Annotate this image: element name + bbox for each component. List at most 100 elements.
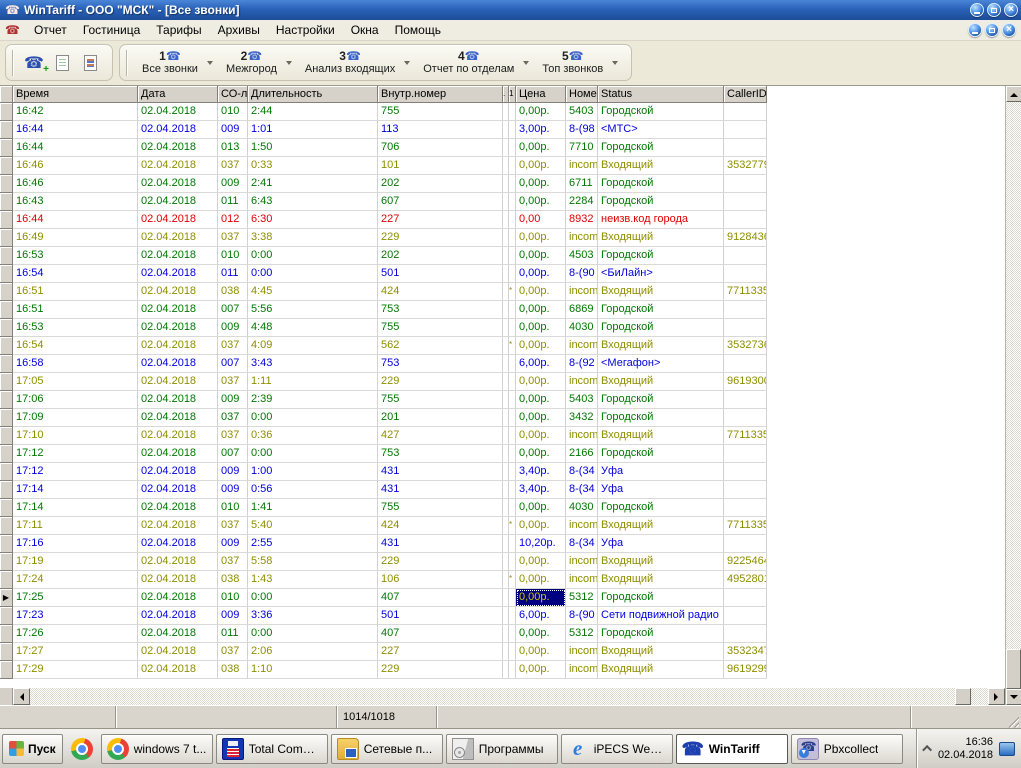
cell-duration[interactable]: 4:09	[248, 337, 378, 355]
table-row[interactable]: 17:09 02.04.2018 037 0:00 201 0,00р. 343…	[0, 409, 1005, 427]
cell-co-line[interactable]: 010	[218, 103, 248, 121]
cell-status[interactable]: Входящий	[598, 571, 724, 589]
cell-duration[interactable]: 0:00	[248, 445, 378, 463]
cell-duration[interactable]: 1:10	[248, 661, 378, 679]
cell-callerid[interactable]: 9128436	[724, 229, 767, 247]
vertical-scroll-track[interactable]	[1006, 102, 1021, 689]
cell-internal-number[interactable]: 106	[378, 571, 503, 589]
row-selector[interactable]	[0, 499, 13, 517]
cell-internal-number[interactable]: 427	[378, 427, 503, 445]
cell-internal-number[interactable]: 229	[378, 373, 503, 391]
row-selector[interactable]	[0, 391, 13, 409]
cell-date[interactable]: 02.04.2018	[138, 607, 218, 625]
cell-time[interactable]: 16:43	[13, 193, 138, 211]
row-selector[interactable]	[0, 247, 13, 265]
scroll-up-button[interactable]	[1006, 86, 1021, 102]
table-row[interactable]: 17:25 02.04.2018 010 0:00 407 0,00р. 531…	[0, 589, 1005, 607]
mdi-close-button[interactable]: ×	[1002, 23, 1016, 37]
cell-price[interactable]: 3,00р.	[516, 121, 566, 139]
cell-duration[interactable]: 1:11	[248, 373, 378, 391]
cell-price[interactable]: 0,00р.	[516, 265, 566, 283]
menu-item[interactable]: Помощь	[387, 21, 449, 39]
taskbar-button[interactable]: Pbxcollect	[791, 734, 903, 764]
cell-time[interactable]: 17:10	[13, 427, 138, 445]
cell-callerid[interactable]	[724, 391, 767, 409]
cell-number[interactable]: incom	[566, 373, 598, 391]
row-selector[interactable]	[0, 571, 13, 589]
cell-price[interactable]: 0,00р.	[516, 589, 566, 607]
table-row[interactable]: 16:44 02.04.2018 012 6:30 227 0,00 8932 …	[0, 211, 1005, 229]
cell-status[interactable]: Городской	[598, 247, 724, 265]
cell-duration[interactable]: 0:56	[248, 481, 378, 499]
cell-price[interactable]: 0,00р.	[516, 301, 566, 319]
cell-date[interactable]: 02.04.2018	[138, 589, 218, 607]
cell-duration[interactable]: 3:38	[248, 229, 378, 247]
cell-price[interactable]: 0,00р.	[516, 337, 566, 355]
header-time[interactable]: Время	[13, 86, 138, 103]
cell-co-line[interactable]: 007	[218, 301, 248, 319]
cell-date[interactable]: 02.04.2018	[138, 643, 218, 661]
cell-time[interactable]: 17:24	[13, 571, 138, 589]
restore-button[interactable]	[987, 3, 1001, 17]
table-row[interactable]: 16:58 02.04.2018 007 3:43 753 6,00р. 8-(…	[0, 355, 1005, 373]
row-selector[interactable]	[0, 607, 13, 625]
cell-status[interactable]: Входящий	[598, 517, 724, 535]
cell-status[interactable]: Городской	[598, 139, 724, 157]
cell-status[interactable]: Входящий	[598, 553, 724, 571]
cell-status[interactable]: Входящий	[598, 643, 724, 661]
cell-time[interactable]: 17:14	[13, 499, 138, 517]
header-co-line[interactable]: СО-лин	[218, 86, 248, 103]
cell-callerid[interactable]: 9225464	[724, 553, 767, 571]
dropdown-arrow-button[interactable]	[520, 57, 532, 68]
cell-price[interactable]: 0,00р.	[516, 103, 566, 121]
horizontal-scroll-thumb[interactable]	[955, 688, 971, 705]
cell-price[interactable]: 0,00р.	[516, 571, 566, 589]
cell-co-line[interactable]: 007	[218, 445, 248, 463]
row-selector[interactable]	[0, 517, 13, 535]
scroll-down-button[interactable]	[1006, 689, 1021, 705]
table-row[interactable]: 16:44 02.04.2018 009 1:01 113 3,00р. 8-(…	[0, 121, 1005, 139]
cell-time[interactable]: 17:29	[13, 661, 138, 679]
cell-price[interactable]: 0,00р.	[516, 391, 566, 409]
row-selector[interactable]	[0, 373, 13, 391]
cell-internal-number[interactable]: 229	[378, 661, 503, 679]
cell-callerid[interactable]: 3532779	[724, 157, 767, 175]
row-selector[interactable]	[0, 625, 13, 643]
cell-duration[interactable]: 0:00	[248, 247, 378, 265]
header-callerid[interactable]: CallerID	[724, 86, 767, 103]
cell-duration[interactable]: 5:58	[248, 553, 378, 571]
cell-co-line[interactable]: 037	[218, 643, 248, 661]
horizontal-scrollbar[interactable]	[0, 688, 1005, 705]
cell-internal-number[interactable]: 755	[378, 103, 503, 121]
table-row[interactable]: 17:19 02.04.2018 037 5:58 229 0,00р. inc…	[0, 553, 1005, 571]
cell-callerid[interactable]	[724, 103, 767, 121]
table-row[interactable]: 16:43 02.04.2018 011 6:43 607 0,00р. 228…	[0, 193, 1005, 211]
report-document-button[interactable]	[77, 50, 103, 76]
cell-callerid[interactable]: 9619300	[724, 373, 767, 391]
cell-date[interactable]: 02.04.2018	[138, 625, 218, 643]
row-selector[interactable]	[0, 121, 13, 139]
cell-date[interactable]: 02.04.2018	[138, 229, 218, 247]
cell-price[interactable]: 0,00р.	[516, 625, 566, 643]
cell-duration[interactable]: 4:45	[248, 283, 378, 301]
row-selector[interactable]	[0, 643, 13, 661]
cell-time[interactable]: 17:05	[13, 373, 138, 391]
cell-number[interactable]: 2284	[566, 193, 598, 211]
table-row[interactable]: 17:26 02.04.2018 011 0:00 407 0,00р. 531…	[0, 625, 1005, 643]
scroll-right-button[interactable]	[988, 688, 1005, 705]
table-row[interactable]: 16:42 02.04.2018 010 2:44 755 0,00р. 540…	[0, 103, 1005, 121]
row-selector[interactable]	[0, 139, 13, 157]
cell-co-line[interactable]: 009	[218, 481, 248, 499]
cell-callerid[interactable]	[724, 481, 767, 499]
row-selector[interactable]	[0, 175, 13, 193]
cell-status[interactable]: <Мегафон>	[598, 355, 724, 373]
cell-number[interactable]: 4030	[566, 499, 598, 517]
vertical-scroll-thumb[interactable]	[1006, 649, 1021, 689]
row-selector[interactable]	[0, 103, 13, 121]
cell-status[interactable]: Городской	[598, 301, 724, 319]
header-date[interactable]: Дата	[138, 86, 218, 103]
cell-internal-number[interactable]: 753	[378, 301, 503, 319]
cell-internal-number[interactable]: 755	[378, 391, 503, 409]
table-row[interactable]: 17:06 02.04.2018 009 2:39 755 0,00р. 540…	[0, 391, 1005, 409]
cell-co-line[interactable]: 012	[218, 211, 248, 229]
